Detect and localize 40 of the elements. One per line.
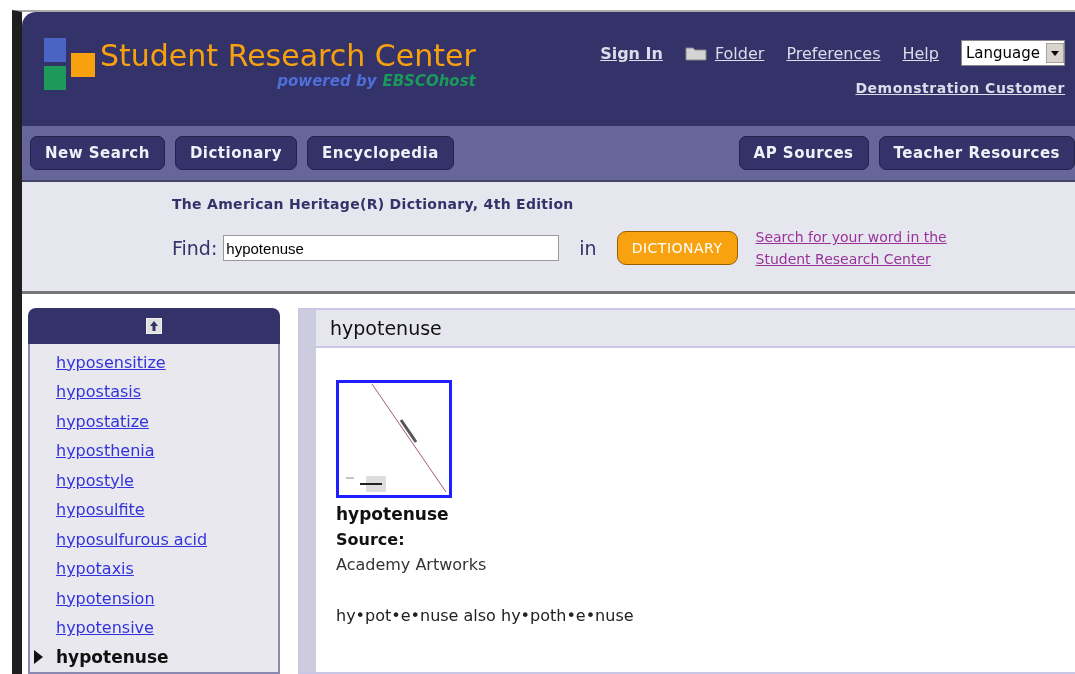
entry-link[interactable]: hyposulfurous acid — [56, 529, 208, 549]
account-link[interactable]: Demonstration Customer — [855, 80, 1065, 96]
entry-link[interactable]: hyposensitize — [56, 352, 166, 372]
search-link[interactable]: Search for your word in the Student Research Center — [755, 226, 996, 270]
entry-link[interactable]: hypotaxis — [56, 559, 134, 579]
entry-link[interactable]: hypostatize — [56, 411, 149, 431]
dropdown-arrow-icon — [1046, 43, 1064, 63]
logo-tagline: powered by — [277, 72, 377, 90]
folder-link[interactable]: Folder — [714, 43, 765, 63]
header-link[interactable]: Help — [902, 43, 939, 63]
headword: hypotenuse — [336, 504, 449, 524]
current-entry[interactable]: hypotenuse — [56, 647, 169, 668]
source-text: Academy Artworks — [336, 555, 487, 574]
sign-in-link[interactable]: Sign In — [600, 43, 663, 63]
logo-title: Student Research Center — [100, 40, 476, 72]
entry-link[interactable]: hypotensive — [56, 618, 154, 638]
entry-link[interactable]: hypostasis — [56, 382, 142, 402]
header-link[interactable]: Preferences — [786, 43, 881, 63]
find-label: Find: — [172, 237, 218, 259]
nav-button[interactable]: AP Sources — [738, 136, 869, 170]
nav-button[interactable]: Encyclopedia — [306, 136, 454, 170]
hypotenuse-diagram[interactable] — [336, 380, 452, 498]
pronunciation-text: hy•pot•e•nuse also hy•poth•e•nuse — [336, 606, 634, 625]
nav-button[interactable]: Teacher Resources — [878, 136, 1075, 170]
brand-name: EBSCOhost — [382, 72, 476, 90]
entry-link[interactable]: hyposulfite — [56, 500, 145, 520]
source-label: Source: — [336, 530, 405, 549]
scroll-up-icon[interactable] — [146, 317, 162, 334]
entry-link[interactable]: hyposthenia — [56, 441, 155, 461]
logo-icon — [44, 38, 96, 92]
entry-link[interactable]: hypotension — [56, 588, 155, 608]
nav-button[interactable]: New Search — [30, 136, 165, 170]
entry-link[interactable]: hypostyle — [56, 470, 134, 490]
language-select[interactable]: Language — [960, 40, 1065, 66]
entry-title: hypotenuse — [316, 310, 1075, 348]
search-field[interactable]: hypotenuse — [223, 235, 560, 261]
dictionary-title: The American Heritage(R) Dictionary, 4th Edition — [172, 196, 575, 212]
folder-icon — [684, 45, 707, 61]
nav-button[interactable]: Dictionary — [174, 136, 297, 170]
in-label: in — [579, 237, 597, 259]
